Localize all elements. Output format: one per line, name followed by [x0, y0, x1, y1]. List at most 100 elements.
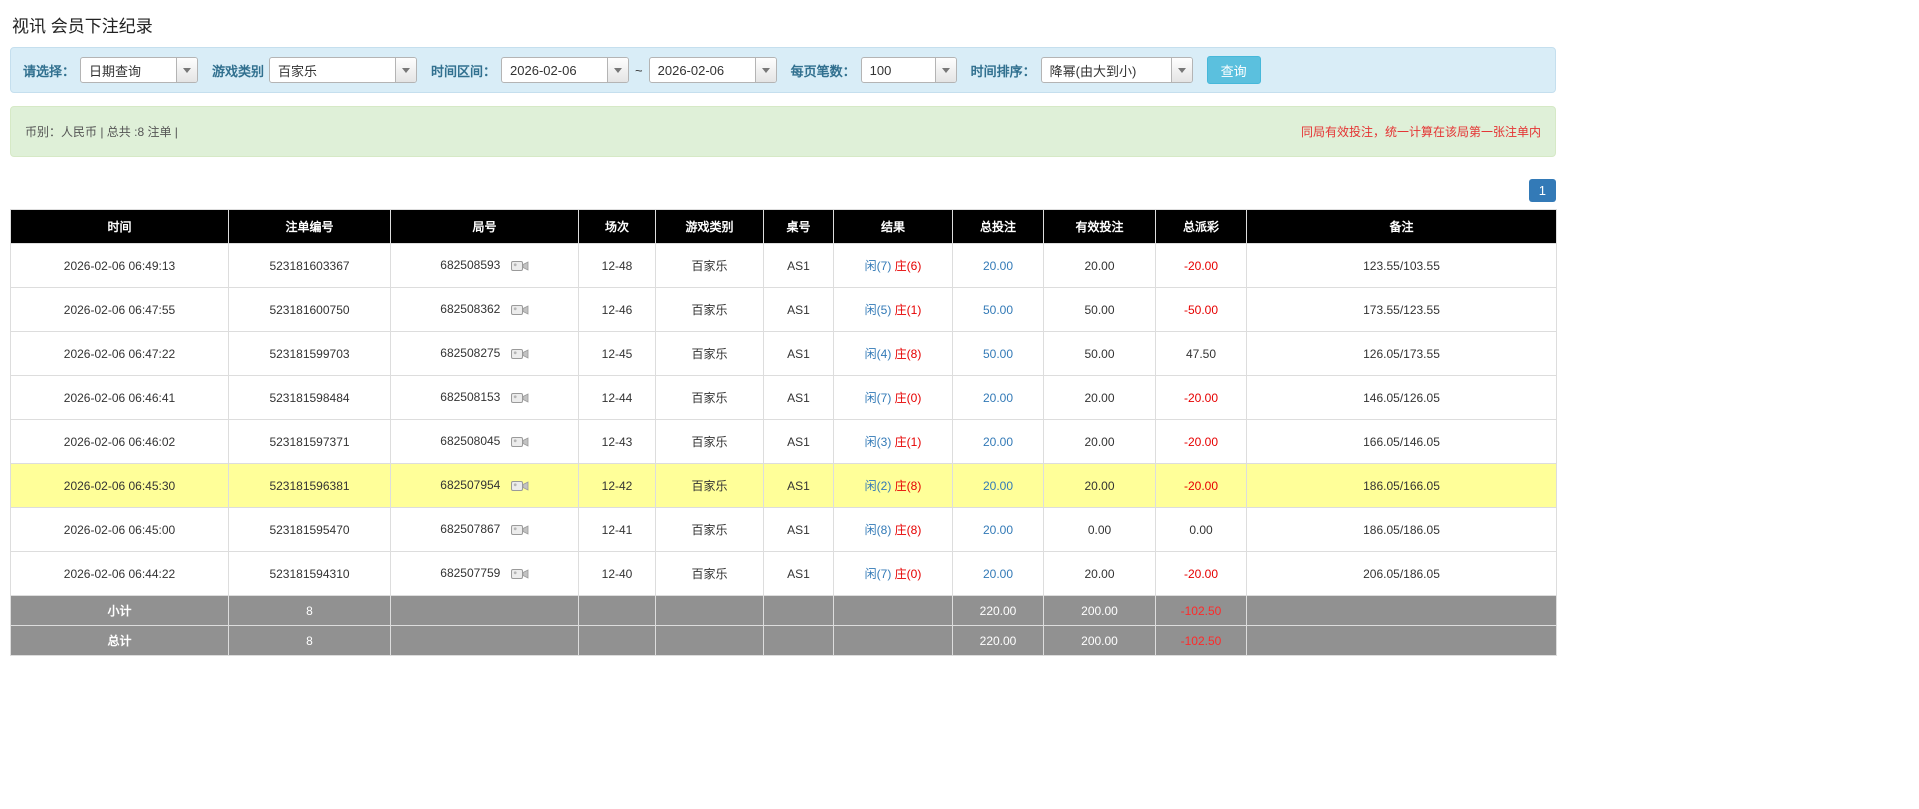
total-bet-link[interactable]: 50.00	[983, 303, 1013, 317]
cell-time: 2026-02-06 06:49:13	[10, 243, 229, 288]
video-replay-icon[interactable]	[510, 259, 529, 273]
chevron-down-icon[interactable]	[754, 58, 776, 82]
round-no: 682508275	[440, 346, 501, 361]
cell-session: 12-44	[578, 375, 656, 420]
cell-total-bet: 20.00	[952, 243, 1044, 288]
date-range-separator: ~	[635, 62, 643, 78]
result-banker: 庄(1)	[894, 303, 922, 317]
cell-order-no: 523181599703	[228, 331, 391, 376]
caret-shape	[402, 67, 411, 73]
total-bet-link[interactable]: 20.00	[983, 435, 1013, 449]
cell-valid-bet: 20.00	[1043, 375, 1156, 420]
total-bet-link[interactable]: 20.00	[983, 391, 1013, 405]
page-size-value[interactable]: 100	[862, 58, 935, 82]
cell-total-bet: 20.00	[952, 507, 1044, 552]
cell-payout: -20.00	[1155, 375, 1247, 420]
table-body: 2026-02-06 06:49:13 523181603367 6825085…	[10, 243, 1557, 596]
total-payout: -102.50	[1155, 625, 1247, 656]
page-button-1[interactable]: 1	[1528, 179, 1556, 202]
cell-total-bet: 50.00	[952, 331, 1044, 376]
video-replay-icon[interactable]	[510, 347, 529, 361]
round-no: 682508362	[440, 302, 501, 317]
cell-remark: 146.05/126.05	[1246, 375, 1557, 420]
cell-table-no: AS1	[763, 287, 834, 332]
video-replay-icon[interactable]	[510, 567, 529, 581]
result-banker: 庄(8)	[894, 479, 922, 493]
date-to-dropdown[interactable]: 2026-02-06	[648, 57, 777, 83]
filter-group-page-size: 每页笔数： 100	[791, 57, 957, 83]
total-bet-link[interactable]: 20.00	[983, 259, 1013, 273]
sort-dropdown[interactable]: 降幂(由大到小)	[1040, 57, 1193, 83]
subtotal-payout: -102.50	[1155, 595, 1247, 626]
sort-label: 时间排序：	[970, 63, 1036, 79]
cell-game-type: 百家乐	[655, 331, 764, 376]
cell-time: 2026-02-06 06:47:22	[10, 331, 229, 376]
cell-total-bet: 20.00	[952, 551, 1044, 596]
cell-order-no: 523181603367	[228, 243, 391, 288]
cell-session: 12-48	[578, 243, 656, 288]
select-dropdown-value[interactable]: 日期查询	[81, 58, 176, 82]
header-payout: 总派彩	[1155, 209, 1247, 244]
cell-game-type: 百家乐	[655, 507, 764, 552]
table-row: 2026-02-06 06:47:22 523181599703 6825082…	[10, 331, 1557, 376]
video-replay-icon[interactable]	[510, 523, 529, 537]
cell-result: 闲(5) 庄(1)	[833, 287, 953, 332]
query-button[interactable]: 查询	[1206, 56, 1261, 84]
date-from-dropdown[interactable]: 2026-02-06	[501, 57, 630, 83]
date-from-value[interactable]: 2026-02-06	[502, 58, 607, 82]
result-player: 闲(4)	[864, 347, 892, 361]
caret-shape	[941, 67, 950, 73]
round-no: 682507867	[440, 522, 501, 537]
cell-result: 闲(4) 庄(8)	[833, 331, 953, 376]
cell-result: 闲(7) 庄(0)	[833, 551, 953, 596]
total-bet-link[interactable]: 20.00	[983, 567, 1013, 581]
total-total-bet: 220.00	[952, 625, 1044, 656]
cell-total-bet: 50.00	[952, 287, 1044, 332]
cell-total-bet: 20.00	[952, 375, 1044, 420]
filter-group-select: 请选择： 日期查询	[23, 57, 199, 83]
chevron-down-icon[interactable]	[934, 58, 956, 82]
cell-remark: 126.05/173.55	[1246, 331, 1557, 376]
video-replay-icon[interactable]	[510, 391, 529, 405]
summary-bar: 币别：人民币 | 总共 :8 注单 | 同局有效投注，统一计算在该局第一张注单内	[10, 106, 1556, 157]
select-dropdown[interactable]: 日期查询	[80, 57, 199, 83]
game-type-dropdown[interactable]: 百家乐	[269, 57, 418, 83]
cell-time: 2026-02-06 06:46:41	[10, 375, 229, 420]
chevron-down-icon[interactable]	[1170, 58, 1192, 82]
header-valid-bet: 有效投注	[1043, 209, 1156, 244]
video-replay-icon[interactable]	[510, 479, 529, 493]
video-replay-icon[interactable]	[510, 303, 529, 317]
total-bet-link[interactable]: 20.00	[983, 479, 1013, 493]
table-row: 2026-02-06 06:46:02 523181597371 6825080…	[10, 419, 1557, 464]
chevron-down-icon[interactable]	[607, 58, 629, 82]
round-no: 682508153	[440, 390, 501, 405]
table-row: 2026-02-06 06:45:00 523181595470 6825078…	[10, 507, 1557, 552]
page-size-dropdown[interactable]: 100	[860, 57, 957, 83]
result-banker: 庄(1)	[894, 435, 922, 449]
result-banker: 庄(0)	[894, 391, 922, 405]
chevron-down-icon[interactable]	[395, 58, 417, 82]
subtotal-total-bet: 220.00	[952, 595, 1044, 626]
result-banker: 庄(8)	[894, 523, 922, 537]
date-to-value[interactable]: 2026-02-06	[650, 58, 755, 82]
header-session: 场次	[578, 209, 656, 244]
caret-shape	[183, 67, 192, 73]
cell-payout: -20.00	[1155, 551, 1247, 596]
pagination: 1	[10, 179, 1556, 202]
result-player: 闲(3)	[864, 435, 892, 449]
page-size-label: 每页笔数：	[790, 63, 856, 79]
video-replay-icon[interactable]	[510, 435, 529, 449]
sort-dropdown-value[interactable]: 降幂(由大到小)	[1042, 58, 1171, 82]
header-round-no: 局号	[390, 209, 579, 244]
total-bet-link[interactable]: 50.00	[983, 347, 1013, 361]
total-bet-link[interactable]: 20.00	[983, 523, 1013, 537]
header-result: 结果	[833, 209, 953, 244]
cell-payout: -20.00	[1155, 243, 1247, 288]
table-footer: 小计 8 220.00 200.00 -102.50 总计 8 220.00 2…	[10, 595, 1557, 656]
game-type-dropdown-value[interactable]: 百家乐	[270, 58, 395, 82]
cell-table-no: AS1	[763, 419, 834, 464]
cell-round-no: 682508045	[390, 419, 579, 464]
cell-result: 闲(7) 庄(6)	[833, 243, 953, 288]
chevron-down-icon[interactable]	[176, 58, 198, 82]
cell-valid-bet: 20.00	[1043, 551, 1156, 596]
